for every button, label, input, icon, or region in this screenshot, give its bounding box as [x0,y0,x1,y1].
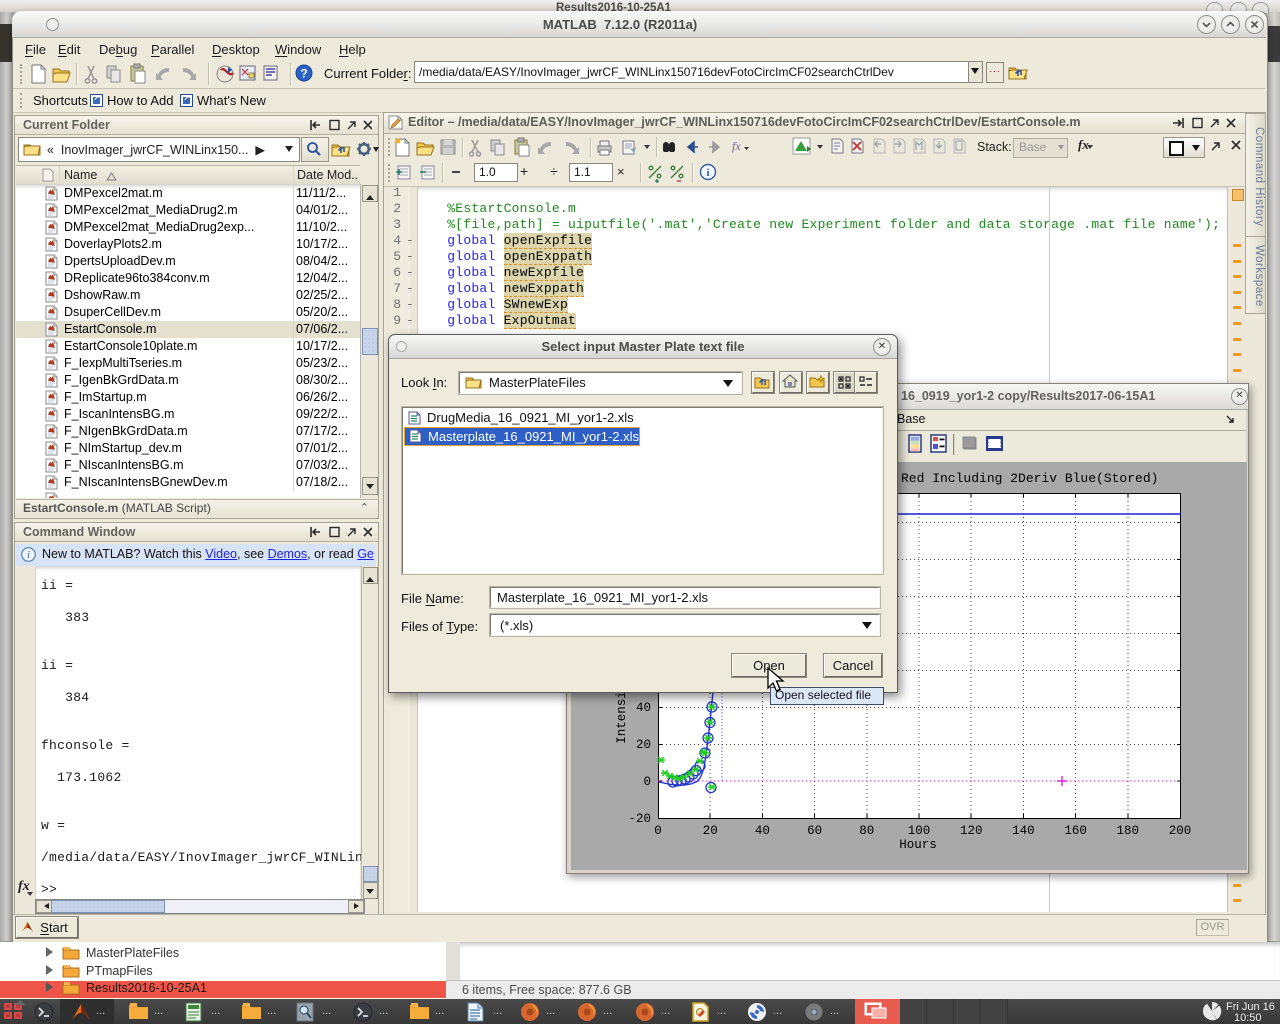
svg-text:0: 0 [654,824,662,838]
svg-text:0: 0 [643,775,651,789]
svg-text:fx: fx [732,139,741,153]
svg-text:200: 200 [1169,824,1192,838]
svg-text:Hours: Hours [899,838,937,852]
svg-text:120: 120 [960,824,983,838]
svg-text:60: 60 [807,824,822,838]
svg-text:140: 140 [1012,824,1035,838]
svg-text:80: 80 [859,824,874,838]
svg-text:i: i [706,167,709,179]
svg-text:20: 20 [636,738,651,752]
svg-text:40: 40 [636,701,651,715]
svg-text:Red Including 2Deriv Blue(Stor: Red Including 2Deriv Blue(Stored) [901,471,1158,486]
svg-text:100: 100 [908,824,931,838]
svg-text:20: 20 [703,824,718,838]
svg-text:i: i [27,550,30,561]
svg-text:160: 160 [1064,824,1087,838]
svg-text:?: ? [300,67,307,81]
svg-text:40: 40 [755,824,770,838]
svg-text:180: 180 [1117,824,1140,838]
svg-text:-20: -20 [628,812,651,826]
